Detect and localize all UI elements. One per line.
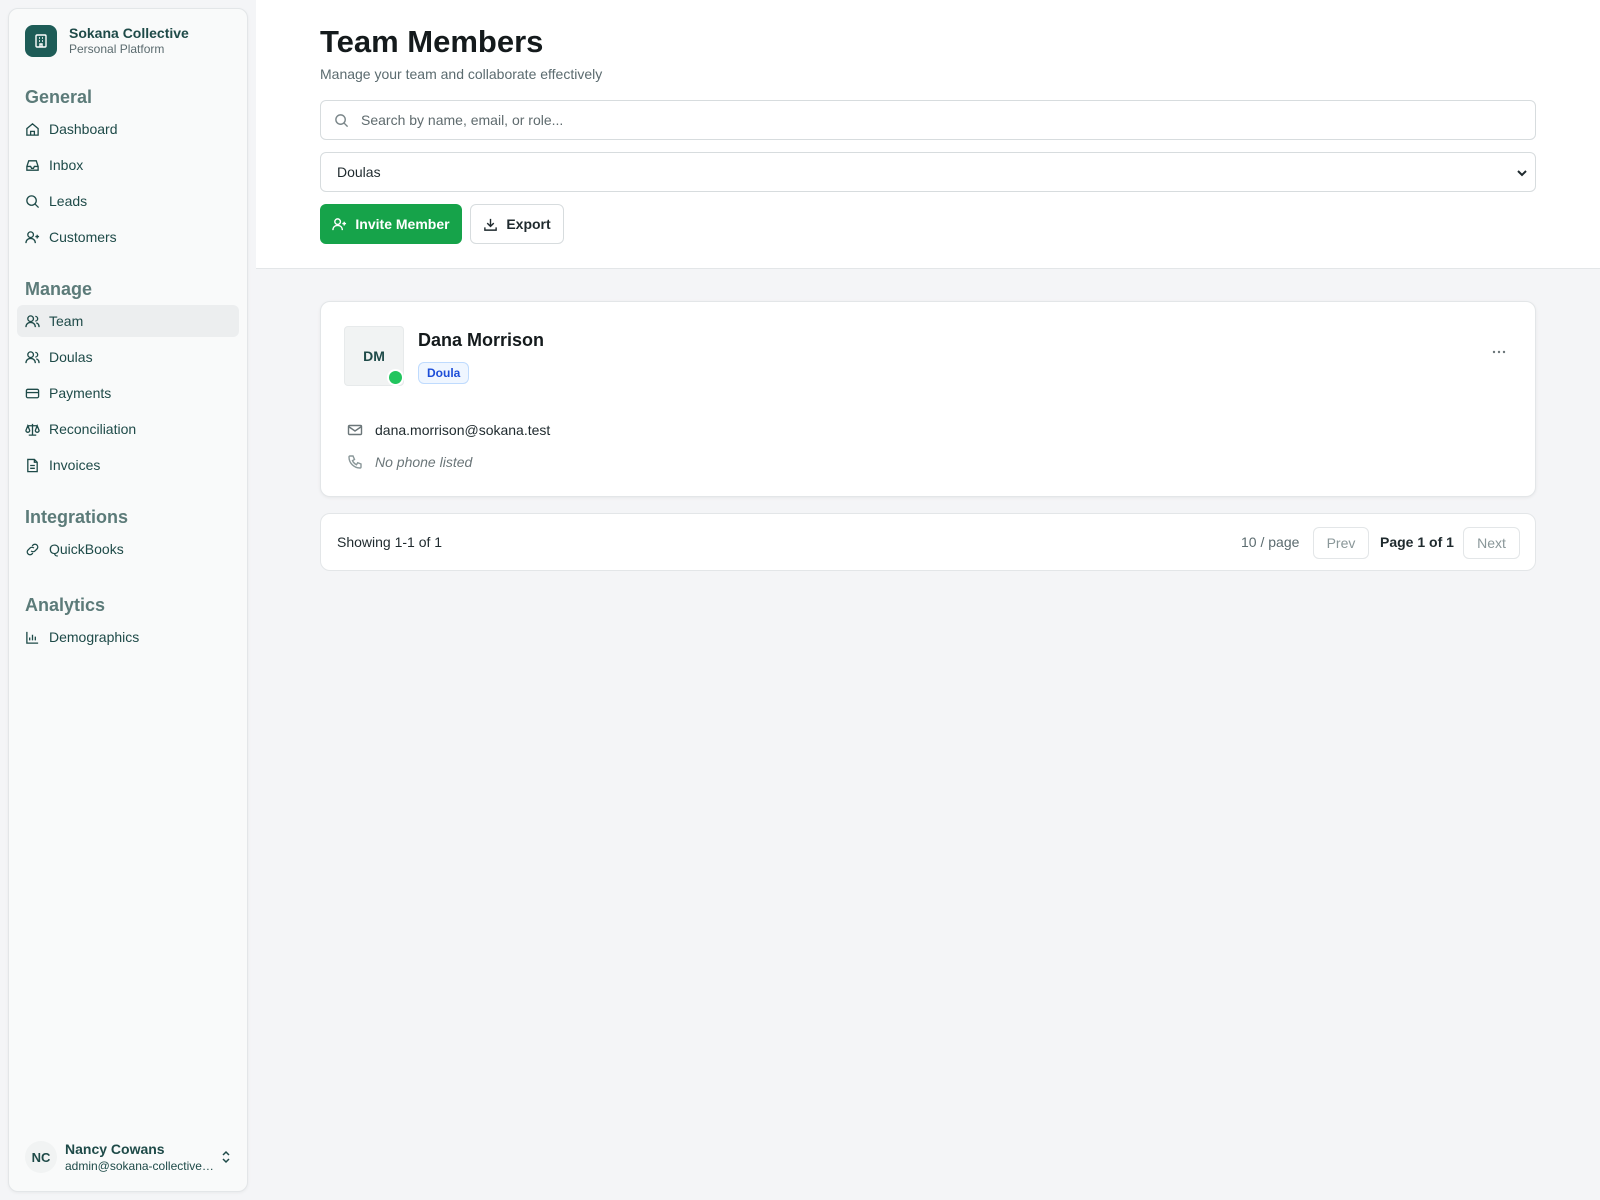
sidebar: Sokana Collective Personal Platform Gene… — [8, 8, 248, 1192]
sidebar-item-doulas[interactable]: Doulas — [17, 341, 239, 373]
sidebar-item-reconciliation[interactable]: Reconciliation — [17, 413, 239, 445]
nav-group-analytics: Analytics Demographics — [9, 593, 247, 653]
member-email: dana.morrison@sokana.test — [375, 422, 551, 438]
avatar: NC — [25, 1141, 57, 1173]
sidebar-item-label: Doulas — [49, 349, 93, 365]
more-horizontal-icon[interactable] — [1491, 344, 1507, 360]
sidebar-item-invoices[interactable]: Invoices — [17, 449, 239, 481]
chevron-down-icon — [1517, 170, 1527, 177]
sidebar-item-label: Team — [49, 313, 84, 329]
nav-heading: General — [25, 87, 93, 107]
link-icon — [26, 543, 39, 555]
page-title: Team Members — [320, 24, 544, 59]
invite-member-button[interactable]: Invite Member — [320, 204, 462, 244]
nav-heading: Integrations — [25, 507, 129, 527]
sidebar-item-customers[interactable]: Customers — [17, 221, 239, 253]
export-label: Export — [506, 216, 551, 232]
sidebar-item-quickbooks[interactable]: QuickBooks — [17, 533, 239, 565]
nav-heading: Analytics — [25, 595, 106, 615]
pagination-bar: Showing 1-1 of 1 10 / page Prev Page 1 o… — [320, 513, 1536, 571]
user-plus-icon — [25, 230, 40, 243]
search-box[interactable] — [320, 100, 1536, 140]
sidebar-item-label: QuickBooks — [49, 541, 124, 557]
export-button[interactable]: Export — [470, 204, 564, 244]
prev-page-button[interactable]: Prev — [1313, 527, 1369, 559]
sidebar-item-label: Payments — [49, 385, 112, 401]
mail-icon — [347, 424, 363, 436]
sidebar-item-label: Customers — [49, 229, 117, 245]
sidebar-item-label: Invoices — [49, 457, 101, 473]
role-filter-select[interactable]: Doulas — [320, 152, 1536, 192]
search-icon — [26, 194, 40, 208]
nav-group-manage: Manage Team Doulas Payments Reconciliati… — [9, 277, 247, 481]
credit-card-icon — [25, 388, 40, 398]
nav-heading: Manage — [25, 279, 93, 299]
sidebar-item-label: Leads — [49, 193, 88, 209]
member-card: DM Dana Morrison Doula dana.morrison@sok… — [320, 301, 1536, 497]
page-size-select[interactable]: 10 / page — [1241, 534, 1299, 550]
sidebar-item-payments[interactable]: Payments — [17, 377, 239, 409]
search-input[interactable] — [361, 112, 1511, 128]
sidebar-item-inbox[interactable]: Inbox — [17, 149, 239, 181]
user-email: admin@sokana-collective.com — [65, 1158, 215, 1173]
sidebar-item-demographics[interactable]: Demographics — [17, 621, 239, 653]
chevrons-up-down-icon[interactable] — [219, 1149, 233, 1165]
invite-member-label: Invite Member — [355, 216, 450, 232]
brand[interactable]: Sokana Collective Personal Platform — [25, 25, 189, 57]
page-indicator: Page 1 of 1 — [1380, 534, 1454, 550]
user-plus-icon — [332, 217, 347, 230]
inbox-icon — [26, 159, 39, 171]
nav-group-general: General Dashboard Inbox Leads Customers — [9, 85, 247, 253]
role-filter-value: Doulas — [337, 164, 381, 180]
status-online-dot — [387, 369, 404, 386]
bar-chart-icon — [26, 631, 39, 644]
member-phone: No phone listed — [375, 454, 473, 470]
sidebar-item-dashboard[interactable]: Dashboard — [17, 113, 239, 145]
role-badge: Doula — [418, 362, 470, 384]
brand-subtitle: Personal Platform — [69, 42, 165, 56]
page-subtitle: Manage your team and collaborate effecti… — [320, 66, 603, 82]
page-header: Team Members Manage your team and collab… — [256, 0, 1600, 269]
home-icon — [26, 122, 39, 136]
file-text-icon — [27, 458, 38, 472]
nav-group-integrations: Integrations QuickBooks — [9, 505, 247, 565]
sidebar-item-label: Demographics — [49, 629, 140, 645]
sidebar-item-label: Inbox — [49, 157, 84, 173]
user-menu[interactable]: NC Nancy Cowans admin@sokana-collective.… — [25, 1137, 233, 1177]
phone-icon — [348, 455, 362, 469]
member-email-row: dana.morrison@sokana.test — [347, 422, 550, 438]
sidebar-item-team[interactable]: Team — [17, 305, 239, 337]
sidebar-item-label: Reconciliation — [49, 421, 137, 437]
sidebar-item-leads[interactable]: Leads — [17, 185, 239, 217]
users-icon — [25, 350, 40, 363]
scale-icon — [25, 423, 40, 436]
sidebar-item-label: Dashboard — [49, 121, 118, 137]
search-icon — [335, 113, 349, 127]
next-page-button[interactable]: Next — [1463, 527, 1520, 559]
member-name: Dana Morrison — [418, 330, 545, 350]
member-phone-row: No phone listed — [347, 454, 472, 470]
building-icon — [25, 25, 57, 57]
users-icon — [25, 314, 40, 327]
showing-count: Showing 1-1 of 1 — [337, 534, 443, 550]
brand-name: Sokana Collective — [69, 25, 189, 41]
user-name: Nancy Cowans — [65, 1140, 165, 1157]
download-icon — [484, 218, 498, 231]
